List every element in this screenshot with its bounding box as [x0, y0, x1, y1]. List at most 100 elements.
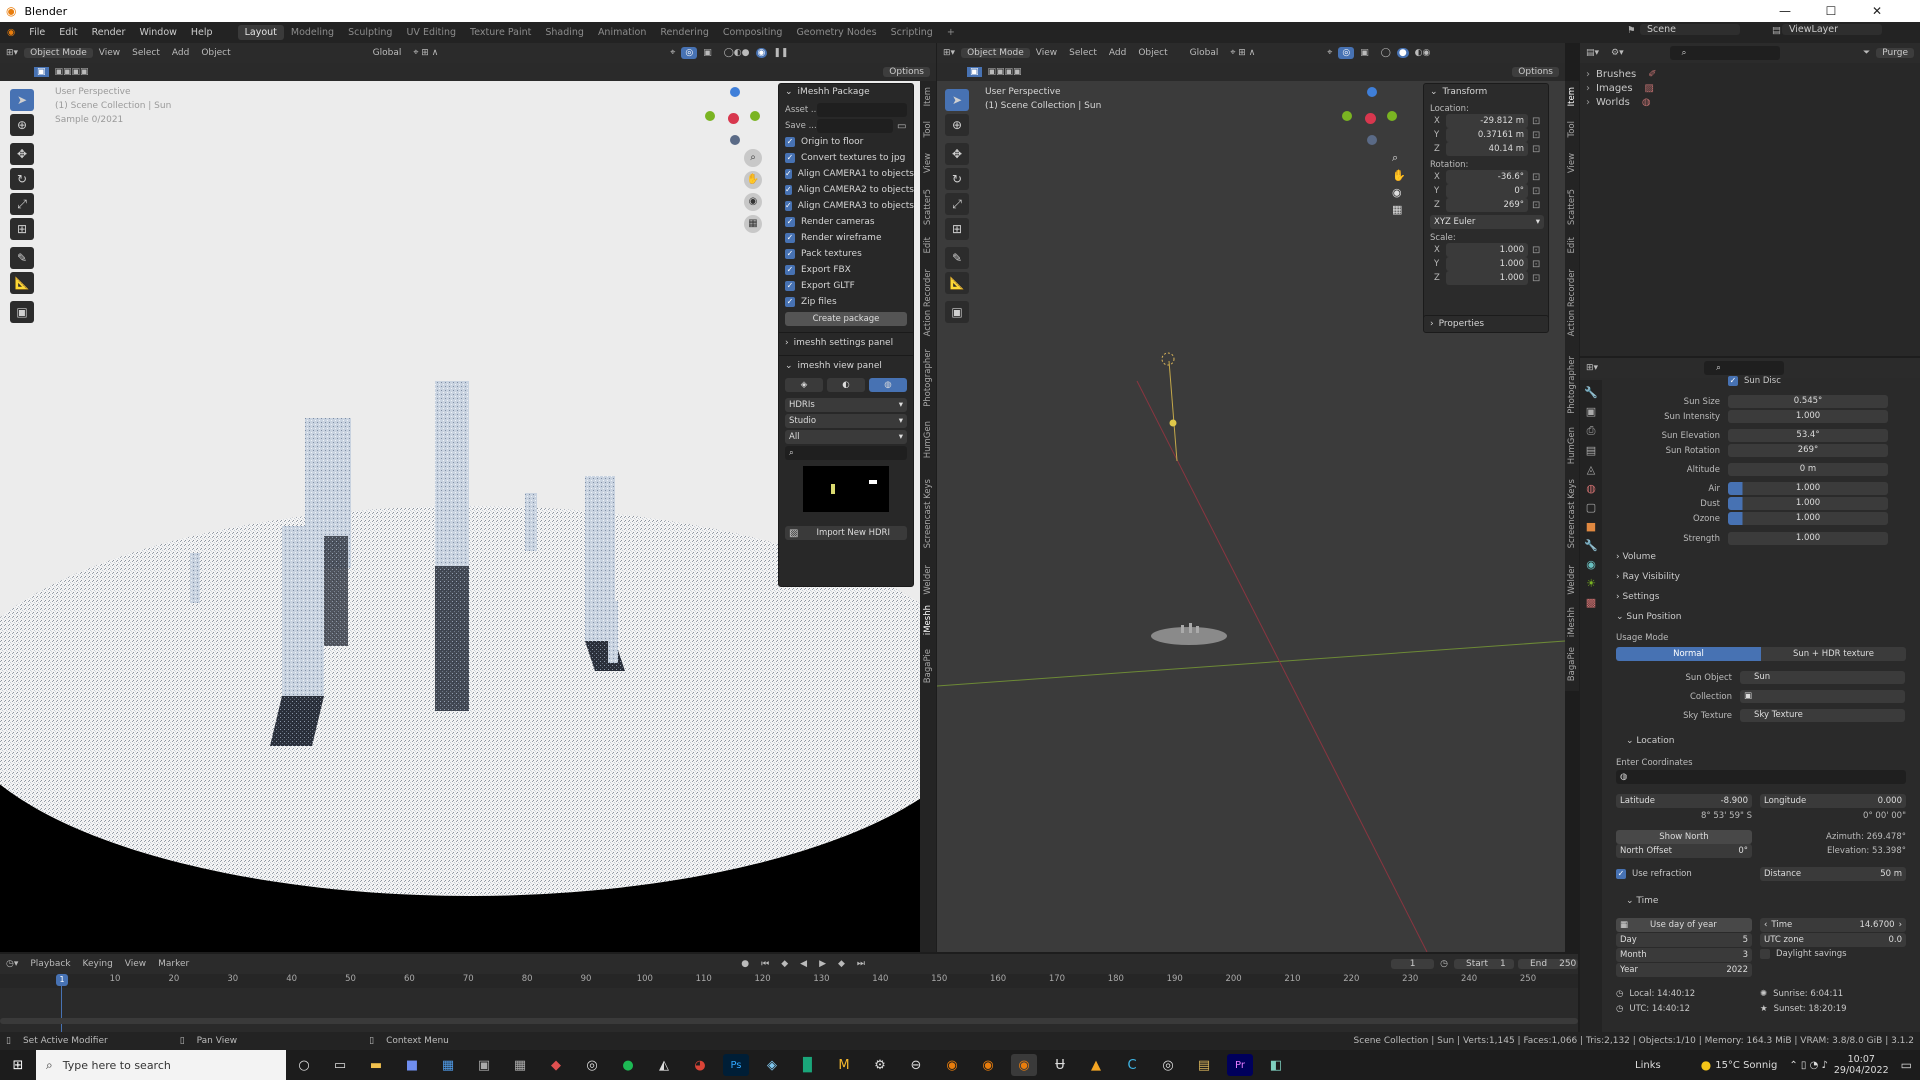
right-options-dropdown[interactable]: Options: [1512, 67, 1559, 77]
asset-field[interactable]: [817, 103, 907, 117]
sun-elevation-field[interactable]: 53.4°: [1728, 429, 1888, 442]
prev-key-icon[interactable]: ◆: [775, 959, 794, 969]
annotate-tool-icon[interactable]: ✎: [10, 247, 34, 269]
settings-gear-icon[interactable]: ⚙: [867, 1054, 893, 1076]
right-snap-icon[interactable]: ⌖ ⊞ ∧: [1224, 48, 1261, 58]
air-slider[interactable]: 1.000: [1728, 482, 1888, 495]
tab-imeshh[interactable]: iMeshh: [923, 605, 933, 635]
filter-icon[interactable]: ⏷: [1857, 48, 1876, 58]
tab-edit[interactable]: Edit: [923, 237, 933, 253]
imeshh-package-header[interactable]: ⌄ iMeshh Package: [779, 84, 913, 100]
timeline-ruler[interactable]: 1102030405060708090100110120130140150160…: [0, 974, 1578, 988]
modifier-props-icon[interactable]: 🔧: [1584, 539, 1598, 552]
lock-icon[interactable]: ⊡: [1532, 186, 1540, 197]
folder-icon[interactable]: ▭: [897, 121, 906, 132]
settings-section[interactable]: › Settings: [1616, 592, 1659, 602]
move-tool-icon[interactable]: ✥: [945, 143, 969, 165]
menu-window[interactable]: Window: [132, 27, 183, 38]
camera-view-icon[interactable]: ◉: [1392, 186, 1406, 199]
properties-search-input[interactable]: ⌕: [1704, 361, 1785, 375]
transform-tool-icon[interactable]: ⊞: [945, 218, 969, 240]
app-icon[interactable]: ◧: [1263, 1054, 1289, 1076]
distance-field[interactable]: Distance 50 m: [1760, 867, 1906, 881]
ozone-slider[interactable]: 1.000: [1728, 512, 1888, 525]
utc-zone-field[interactable]: UTC zone 0.0: [1760, 933, 1906, 947]
blender-menu-icon[interactable]: ◉: [0, 27, 22, 38]
tab-uv-editing[interactable]: UV Editing: [399, 27, 463, 38]
outliner-item-images[interactable]: › Images ▨: [1586, 81, 1654, 95]
perspective-grid-icon[interactable]: ▦: [1392, 203, 1406, 216]
tab-bagapie[interactable]: BagaPie: [1567, 647, 1577, 681]
rotate-tool-icon[interactable]: ↻: [945, 168, 969, 190]
rotation-y-field[interactable]: 0°: [1446, 184, 1528, 198]
tab-welder[interactable]: Welder: [923, 565, 933, 595]
properties-subpanel[interactable]: › Properties: [1423, 315, 1549, 333]
tab-humgen[interactable]: HumGen: [923, 421, 933, 458]
use-day-of-year-toggle[interactable]: ▦ Use day of year: [1616, 918, 1752, 932]
gizmo-z-icon[interactable]: [730, 87, 740, 97]
app-icon[interactable]: ⊖: [903, 1054, 929, 1076]
tab-bagapie[interactable]: BagaPie: [923, 649, 933, 683]
time-subsection[interactable]: ⌄ Time: [1626, 896, 1658, 906]
convert-textures-checkbox[interactable]: ✓ Convert textures to jpg: [779, 150, 913, 166]
menu-render[interactable]: Render: [85, 27, 133, 38]
left-menu-view[interactable]: View: [93, 48, 126, 58]
year-field[interactable]: Year 2022: [1616, 963, 1752, 977]
time-field[interactable]: ‹ Time 14.6700 ›: [1760, 918, 1906, 932]
blender-active-icon[interactable]: ◉: [1011, 1054, 1037, 1076]
unreal-icon[interactable]: Ʉ: [1047, 1054, 1073, 1076]
tray-icons[interactable]: ⌃ ▯ ◔ ♪: [1789, 1060, 1828, 1071]
day-field[interactable]: Day 5: [1616, 933, 1752, 947]
editor-type-icon[interactable]: ⊞▾: [0, 48, 24, 58]
measure-tool-icon[interactable]: 📐: [10, 272, 34, 294]
object-props-icon[interactable]: ■: [1586, 520, 1596, 533]
maximize-button[interactable]: ☐: [1808, 0, 1854, 22]
lock-icon[interactable]: ⊡: [1532, 130, 1540, 141]
select-mode-icons[interactable]: ▣▣▣▣: [982, 67, 1028, 77]
export-gltf-checkbox[interactable]: ✓ Export GLTF: [779, 278, 913, 294]
left-orientation-dropdown[interactable]: Global: [367, 48, 408, 58]
location-x-field[interactable]: -29.812 m: [1446, 114, 1528, 128]
gizmo-y-icon[interactable]: [1387, 111, 1397, 121]
world-props-icon[interactable]: ◍: [1586, 482, 1596, 495]
tab-shading[interactable]: Shading: [538, 27, 591, 38]
align-camera2-checkbox[interactable]: ✓ Align CAMERA2 to objects: [779, 182, 914, 198]
lock-icon[interactable]: ⊡: [1532, 259, 1540, 270]
object-mode-dropdown[interactable]: Object Mode: [961, 48, 1030, 58]
start-frame-field[interactable]: Start 1: [1454, 959, 1514, 969]
outliner-search-input[interactable]: ⌕: [1669, 46, 1780, 60]
imeshh-view-header[interactable]: ⌄ imeshh view panel: [779, 358, 913, 374]
month-field[interactable]: Month 3: [1616, 948, 1752, 962]
rotate-tool-icon[interactable]: ↻: [10, 168, 34, 190]
north-offset-field[interactable]: North Offset 0°: [1616, 844, 1752, 858]
purge-button[interactable]: Purge: [1876, 48, 1914, 58]
create-package-button[interactable]: Create package: [785, 312, 907, 326]
notifications-icon[interactable]: ▭: [1901, 1058, 1912, 1072]
object-data-props-icon[interactable]: ☀: [1586, 577, 1596, 590]
menu-edit[interactable]: Edit: [52, 27, 84, 38]
store-icon[interactable]: ▦: [435, 1054, 461, 1076]
gizmo-neg-y-icon[interactable]: [1342, 111, 1352, 121]
gizmo-neg-y-icon[interactable]: [705, 111, 715, 121]
hdri-world-icon[interactable]: ◍: [869, 378, 907, 392]
jump-end-icon[interactable]: ⏭: [851, 959, 871, 969]
tab-animation[interactable]: Animation: [591, 27, 653, 38]
select-box-mode-icon[interactable]: ▣: [967, 67, 982, 77]
left-xray-icon[interactable]: ▣: [697, 48, 718, 58]
cortana-icon[interactable]: ○: [291, 1054, 317, 1076]
close-button[interactable]: ✕: [1854, 0, 1900, 22]
app-icon[interactable]: ■: [399, 1054, 425, 1076]
app-icon[interactable]: ▤: [1191, 1054, 1217, 1076]
tab-geometry-nodes[interactable]: Geometry Nodes: [789, 27, 883, 38]
right-gizmo-icon[interactable]: ⌖: [1321, 48, 1338, 58]
measure-tool-icon[interactable]: 📐: [945, 272, 969, 294]
right-solid-shading-icon[interactable]: ●: [1396, 48, 1409, 58]
windows-start-icon[interactable]: ⊞: [5, 1054, 31, 1076]
usage-normal-button[interactable]: Normal: [1616, 647, 1761, 661]
tab-screencast-keys[interactable]: Screencast Keys: [923, 479, 933, 548]
menu-help[interactable]: Help: [184, 27, 220, 38]
collection-field[interactable]: ▣: [1740, 690, 1905, 703]
materials-icon[interactable]: ◐: [827, 378, 865, 392]
tab-screencast-keys[interactable]: Screencast Keys: [1567, 479, 1577, 548]
sky-texture-field[interactable]: Sky Texture: [1740, 709, 1905, 722]
